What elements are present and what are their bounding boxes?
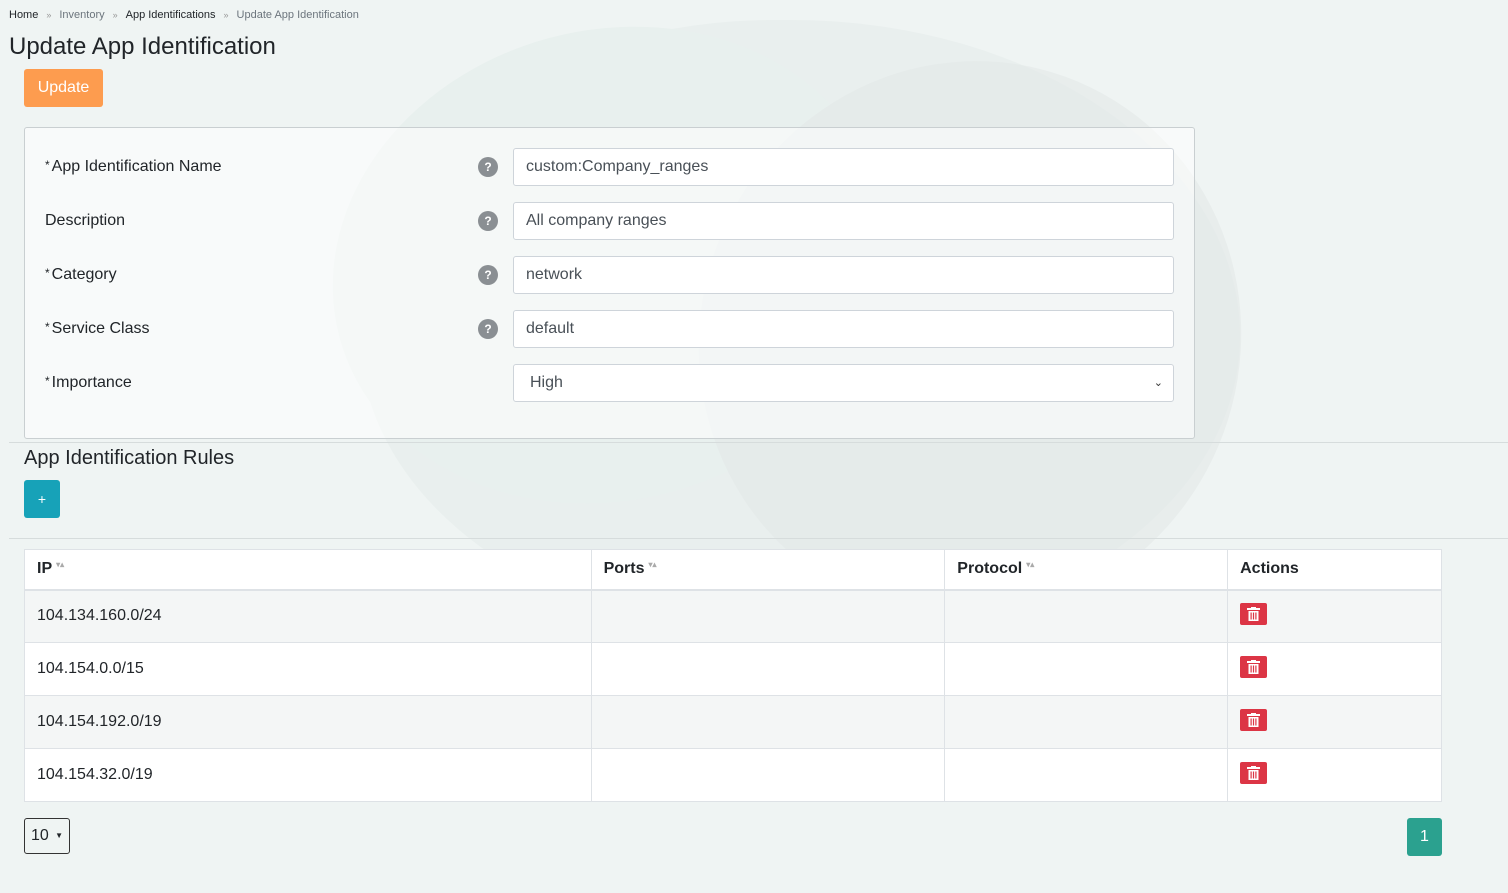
breadcrumb: Home » Inventory » App Identifications »… — [9, 9, 359, 21]
column-header-protocol[interactable]: Protocol ▾▴ — [944, 549, 1229, 591]
breadcrumb-home[interactable]: Home — [9, 9, 38, 21]
importance-label: * Importance — [45, 374, 132, 391]
rules-table: IP ▾▴ Ports ▾▴ Protocol ▾▴ Actions 104.134.… — [24, 549, 1442, 802]
add-rule-button[interactable]: + — [24, 480, 60, 518]
delete-button[interactable] — [1240, 761, 1268, 784]
trash-icon — [1247, 659, 1261, 674]
page-title: Update App Identification — [9, 33, 276, 60]
cell-protocol — [944, 589, 1229, 643]
cell-ports — [590, 589, 946, 643]
breadcrumb-inventory[interactable]: Inventory — [59, 9, 104, 21]
category-input[interactable] — [513, 256, 1174, 294]
app-identification-form: *App Identification Name ? Description ?… — [24, 127, 1195, 439]
description-input[interactable] — [513, 202, 1174, 240]
help-icon[interactable]: ? — [478, 265, 498, 285]
page-size-value: 10 — [31, 827, 49, 844]
service-class-input[interactable] — [513, 310, 1174, 348]
help-icon[interactable]: ? — [478, 157, 498, 177]
divider — [9, 442, 1508, 443]
cell-protocol — [944, 642, 1229, 696]
cell-ports — [590, 748, 946, 802]
column-header-ports[interactable]: Ports ▾▴ — [590, 549, 946, 591]
trash-icon — [1247, 765, 1261, 780]
cell-actions — [1227, 695, 1442, 749]
app-identification-name-input[interactable] — [513, 148, 1174, 186]
cell-protocol — [944, 695, 1229, 749]
table-row: 104.154.192.0/19 — [24, 695, 1442, 749]
delete-button[interactable] — [1240, 655, 1268, 678]
update-button[interactable]: Update — [24, 69, 103, 107]
cell-actions — [1227, 748, 1442, 802]
form-row-importance: * Importance High ⌄ — [25, 364, 1194, 402]
cell-ip: 104.154.32.0/19 — [24, 748, 592, 802]
pagination-page-1[interactable]: 1 — [1407, 818, 1442, 856]
form-row-service-class: * Service Class ? — [25, 310, 1194, 348]
table-row: 104.154.32.0/19 — [24, 748, 1442, 802]
service-class-label: * Service Class — [45, 320, 150, 337]
description-label: Description — [45, 212, 126, 229]
cell-ip: 104.134.160.0/24 — [24, 589, 592, 643]
delete-button[interactable] — [1240, 602, 1268, 625]
sort-icon: ▾▴ — [648, 560, 657, 570]
cell-ip: 104.154.192.0/19 — [24, 695, 592, 749]
importance-selected-value: High — [530, 374, 563, 391]
form-row-category: * Category ? — [25, 256, 1194, 294]
cell-actions — [1227, 642, 1442, 696]
form-row-name: * App Identification Name ? — [25, 148, 1194, 186]
delete-button[interactable] — [1240, 708, 1268, 731]
divider — [9, 538, 1508, 539]
breadcrumb-app-identifications[interactable]: App Identifications — [126, 9, 216, 21]
column-header-ip[interactable]: IP ▾▴ — [24, 549, 592, 591]
table-header-row: IP ▾▴ Ports ▾▴ Protocol ▾▴ Actions — [24, 549, 1442, 591]
caret-down-icon: ▼ — [55, 831, 63, 840]
trash-icon — [1247, 606, 1261, 621]
table-row: 104.154.0.0/15 — [24, 642, 1442, 696]
chevron-down-icon: ⌄ — [1153, 377, 1163, 389]
cell-ports — [590, 695, 946, 749]
category-label: * Category — [45, 266, 117, 283]
trash-icon — [1247, 712, 1261, 727]
cell-ports — [590, 642, 946, 696]
form-row-description: Description ? — [25, 202, 1194, 240]
breadcrumb-current: Update App Identification — [236, 9, 359, 21]
rules-section-title: App Identification Rules — [24, 447, 235, 469]
table-row: 104.134.160.0/24 — [24, 589, 1442, 643]
help-icon[interactable]: ? — [478, 319, 498, 339]
page-size-dropdown[interactable]: 10 ▼ — [24, 818, 70, 854]
cell-protocol — [944, 748, 1229, 802]
cell-actions — [1227, 589, 1442, 643]
sort-icon: ▾▴ — [1026, 560, 1035, 570]
sort-icon: ▾▴ — [56, 560, 65, 570]
importance-select[interactable]: High ⌄ — [513, 364, 1174, 402]
name-label: * App Identification Name — [45, 158, 222, 175]
cell-ip: 104.154.0.0/15 — [24, 642, 592, 696]
help-icon[interactable]: ? — [478, 211, 498, 231]
column-header-actions: Actions — [1227, 549, 1442, 591]
